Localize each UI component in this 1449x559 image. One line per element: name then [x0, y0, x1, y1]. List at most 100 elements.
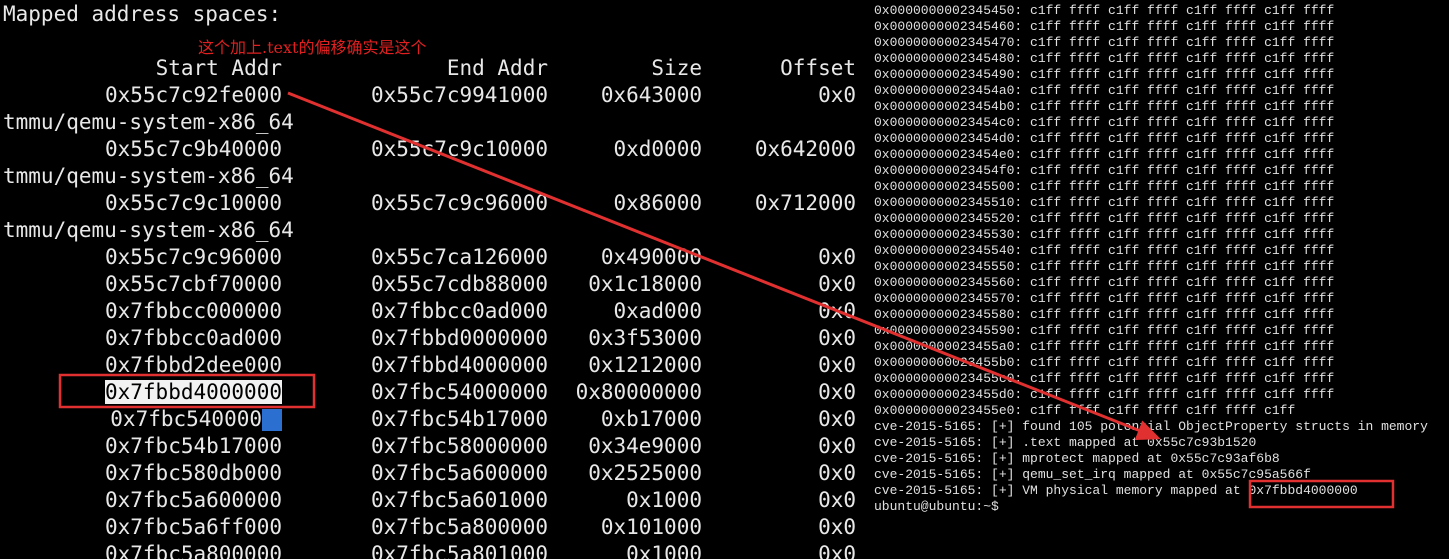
offset-cell-text: 0x0 [818, 272, 856, 296]
end-addr-cell-text: 0x7fbc58000000 [370, 434, 548, 458]
offset-cell: 0x0 [818, 406, 856, 433]
start-addr-cell: 0x55c7c9b40000 [105, 136, 282, 163]
end-addr-cell-text: 0x7fbc54b17000 [370, 407, 548, 431]
start-addr-cell-text: 0x7fbbd2dee000 [104, 353, 282, 377]
end-addr-cell: 0x7fbc5a801000 [371, 541, 548, 559]
start-addr-cell-text: 0x55c7cbf70000 [104, 272, 282, 296]
end-addr-cell-text: 0x55c7c9c10000 [370, 137, 548, 161]
end-addr-cell-text: 0x7fbbcc0ad000 [370, 299, 548, 323]
size-cell: 0x86000 [613, 190, 702, 217]
offset-cell-text: 0x0 [818, 488, 856, 512]
memory-dump-line: 0x00000000023454a0: c1ff ffff c1ff ffff … [874, 83, 1335, 98]
start-addr-cell-text: 0x55c7c9c96000 [104, 245, 282, 269]
memory-dump-line: 0x0000000002345570: c1ff ffff c1ff ffff … [874, 291, 1335, 306]
offset-cell-text: 0x712000 [754, 191, 856, 215]
memory-dump-line: 0x0000000002345470: c1ff ffff c1ff ffff … [874, 35, 1335, 50]
memory-dump-line: 0x00000000023455e0: c1ff ffff c1ff ffff … [874, 403, 1296, 418]
start-addr-cell: 0x7fbbd4000000 [104, 379, 282, 406]
offset-cell: 0x0 [818, 271, 856, 298]
start-addr-cell: 0x55c7c9c96000 [105, 244, 282, 271]
size-cell-text: 0x3f53000 [588, 326, 702, 350]
memory-dump-line: 0x0000000002345520: c1ff ffff c1ff ffff … [874, 211, 1335, 226]
end-addr-cell: 0x7fbbd0000000 [371, 325, 548, 352]
memory-map-terminal[interactable]: Mapped address spaces: 这个加上.text的偏移确实是这个… [0, 0, 870, 559]
end-addr-cell-text: 0x7fbc5a800000 [370, 515, 548, 539]
size-cell-text: 0x2525000 [588, 461, 702, 485]
start-addr-cell: 0x7fbc5a800000 [105, 541, 282, 559]
memory-dump-line: 0x00000000023455c0: c1ff ffff c1ff ffff … [874, 371, 1335, 386]
size-cell-text: 0x34e9000 [588, 434, 702, 458]
offset-cell: 0x0 [818, 379, 856, 406]
end-addr-cell-text: 0x7fbbd4000000 [370, 353, 548, 377]
memory-dump-line: 0x00000000023455a0: c1ff ffff c1ff ffff … [874, 339, 1335, 354]
offset-cell: 0x0 [818, 487, 856, 514]
end-addr-cell-text: 0x55c7cdb88000 [370, 272, 548, 296]
offset-cell-text: 0x0 [818, 461, 856, 485]
memory-dump-line: 0x0000000002345580: c1ff ffff c1ff ffff … [874, 307, 1335, 322]
offset-cell: 0x0 [818, 82, 856, 109]
size-cell: 0x1000 [626, 487, 702, 514]
size-cell-text: 0x101000 [600, 515, 702, 539]
end-addr-cell: 0x7fbc54b17000 [371, 406, 548, 433]
start-addr-cell-text: 0x55c7c9c10000 [104, 191, 282, 215]
offset-cell: 0x0 [818, 352, 856, 379]
offset-cell-text: 0x0 [818, 326, 856, 350]
exploit-output-terminal[interactable]: 0x0000000002345450: c1ff ffff c1ff ffff … [870, 0, 1449, 520]
offset-cell-text: 0x0 [818, 299, 856, 323]
start-addr-cell: 0x7fbc580db000 [105, 460, 282, 487]
offset-cell-text: 0x0 [818, 380, 856, 404]
size-cell: 0x1212000 [588, 352, 702, 379]
col-header-offset: Offset [780, 56, 856, 80]
offset-cell: 0x0 [818, 325, 856, 352]
offset-cell-text: 0x0 [818, 353, 856, 377]
start-addr-cell: 0x7fbbd2dee000 [105, 352, 282, 379]
offset-cell: 0x0 [818, 541, 856, 559]
size-cell: 0x490000 [601, 244, 702, 271]
memory-dump-line: 0x00000000023454c0: c1ff ffff c1ff ffff … [874, 115, 1335, 130]
offset-cell-text: 0x642000 [754, 137, 856, 161]
size-cell-text: 0xd0000 [613, 137, 702, 161]
end-addr-cell: 0x55c7c9941000 [371, 82, 548, 109]
text-cursor-icon [262, 409, 282, 431]
memory-dump-line: 0x0000000002345550: c1ff ffff c1ff ffff … [874, 259, 1335, 274]
memory-dump-line: 0x00000000023454d0: c1ff ffff c1ff ffff … [874, 131, 1335, 146]
end-addr-cell-text: 0x7fbbd0000000 [370, 326, 548, 350]
start-addr-cell: 0x7fbc54b17000 [105, 433, 282, 460]
shell-prompt[interactable]: ubuntu@ubuntu:~$ [874, 499, 999, 515]
binary-path-line: tmmu/qemu-system-x86_64 [3, 164, 294, 188]
exploit-log-line: cve-2015-5165: [+] .text mapped at 0x55c… [874, 435, 1257, 450]
size-cell-text: 0xb17000 [600, 407, 702, 431]
memory-dump-line: 0x00000000023455d0: c1ff ffff c1ff ffff … [874, 387, 1335, 402]
end-addr-cell: 0x7fbc5a800000 [371, 514, 548, 541]
col-header-size: Size [651, 56, 702, 80]
offset-cell-text: 0x0 [818, 515, 856, 539]
end-addr-cell-text: 0x55c7ca126000 [370, 245, 548, 269]
offset-cell-text: 0x0 [818, 407, 856, 431]
start-addr-cell-text: 0x7fbc5a600000 [104, 488, 282, 512]
start-addr-cell: 0x55c7cbf70000 [105, 271, 282, 298]
offset-cell-text: 0x0 [818, 542, 856, 559]
binary-path-line: tmmu/qemu-system-x86_64 [3, 110, 294, 134]
size-cell-text: 0x643000 [600, 83, 702, 107]
size-cell: 0xad000 [613, 298, 702, 325]
offset-cell: 0x0 [818, 244, 856, 271]
start-addr-cell-text: 0x7fbbcc000000 [104, 299, 282, 323]
offset-cell: 0x0 [818, 298, 856, 325]
size-cell: 0xd0000 [613, 136, 702, 163]
size-cell-text: 0x1000 [626, 542, 702, 559]
size-cell: 0x1000 [626, 541, 702, 559]
memory-dump-line: 0x0000000002345460: c1ff ffff c1ff ffff … [874, 19, 1335, 34]
exploit-log-line: cve-2015-5165: [+] VM physical memory ma… [874, 483, 1358, 498]
offset-cell: 0x0 [818, 460, 856, 487]
end-addr-cell: 0x55c7c9c96000 [371, 190, 548, 217]
memory-dump-line: 0x0000000002345480: c1ff ffff c1ff ffff … [874, 51, 1335, 66]
memory-dump-line: 0x0000000002345590: c1ff ffff c1ff ffff … [874, 323, 1335, 338]
size-cell: 0x80000000 [576, 379, 702, 406]
memory-dump-line: 0x00000000023454b0: c1ff ffff c1ff ffff … [874, 99, 1335, 114]
memory-dump-line: 0x0000000002345490: c1ff ffff c1ff ffff … [874, 67, 1335, 82]
end-addr-cell-text: 0x7fbc5a601000 [370, 488, 548, 512]
end-addr-cell: 0x7fbc54000000 [371, 379, 548, 406]
end-addr-cell: 0x55c7c9c10000 [371, 136, 548, 163]
memory-dump-line: 0x0000000002345540: c1ff ffff c1ff ffff … [874, 243, 1335, 258]
size-cell-text: 0x1c18000 [588, 272, 702, 296]
